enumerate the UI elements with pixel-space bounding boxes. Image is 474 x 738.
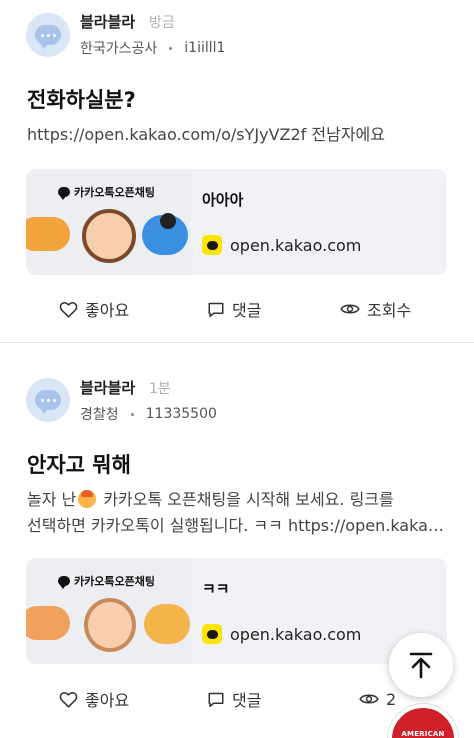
- heart-icon: [59, 691, 78, 708]
- kakao-talk-icon: [58, 187, 70, 200]
- company-name: 한국가스공사: [80, 41, 158, 57]
- post-body-line: https://open.kakao.com/o/sYJyVZ2f 전남자에요: [27, 125, 385, 144]
- post-time: 방금: [149, 15, 175, 31]
- glasses-character-image: [82, 209, 136, 263]
- view-label: 2: [386, 689, 397, 709]
- comment-label: 댓글: [232, 691, 262, 710]
- kakao-talk-icon: [58, 576, 70, 589]
- link-preview-card[interactable]: 카카오톡오픈채팅 ㅋㅋ open.kakao.com: [26, 558, 447, 664]
- post-body[interactable]: https://open.kakao.com/o/sYJyVZ2f 전남자에요: [27, 122, 447, 148]
- link-card-domain-row: open.kakao.com: [202, 624, 361, 644]
- post-body-line: 놀자 난 카카오톡 오픈채팅을 시작해 보세요. 링크를: [27, 487, 447, 513]
- kakao-openchat-logo: 카카오톡오픈채팅: [58, 184, 155, 200]
- post-body-text: 카카오톡 오픈채팅을 시작해 보세요. 링크를: [98, 490, 394, 509]
- comment-icon: [208, 692, 224, 707]
- post-card[interactable]: 블라블라 방금 한국가스공사 i1iilll1 전화하실분? https://o…: [0, 0, 474, 342]
- like-button[interactable]: 좋아요: [59, 294, 129, 324]
- avatar[interactable]: [26, 378, 70, 422]
- arrow-up-to-top-icon: [409, 652, 433, 679]
- author-meta: 경찰청 11335500: [80, 404, 217, 424]
- author-name: 블라블라: [80, 13, 136, 31]
- link-card-title: 아아아: [202, 191, 244, 209]
- girl-emoji-icon: [78, 490, 97, 508]
- microphone-icon: [160, 213, 176, 229]
- scroll-to-top-button[interactable]: [389, 633, 453, 697]
- author-meta: 한국가스공사 i1iilll1: [80, 38, 225, 58]
- comment-label: 댓글: [232, 301, 262, 320]
- girl-character-image: [84, 598, 136, 652]
- kakao-yellow-icon: [202, 235, 222, 255]
- separator-dot: [169, 46, 173, 50]
- like-button[interactable]: 좋아요: [59, 684, 129, 714]
- link-card-domain-row: open.kakao.com: [202, 235, 361, 255]
- chat-bubble-icon: [35, 390, 61, 414]
- comment-icon: [208, 302, 224, 317]
- kakao-yellow-icon: [202, 624, 222, 644]
- kakao-openchat-brand: 카카오톡오픈채팅: [74, 575, 155, 588]
- avatar[interactable]: [26, 13, 70, 57]
- comment-button[interactable]: 댓글: [207, 294, 261, 324]
- post-body[interactable]: 놀자 난 카카오톡 오픈채팅을 시작해 보세요. 링크를 선택하면 카카오톡이 …: [27, 487, 447, 539]
- post-title[interactable]: 안자고 뭐해: [27, 449, 131, 479]
- user-id: i1iilll1: [184, 40, 226, 56]
- post-time: 1분: [149, 381, 171, 397]
- separator-dot: [130, 412, 134, 416]
- kakao-openchat-logo: 카카오톡오픈채팅: [58, 573, 155, 589]
- view-count: 2: [359, 684, 396, 714]
- view-label: 조회수: [367, 301, 412, 320]
- company-name: 경찰청: [80, 407, 119, 423]
- link-card-domain: open.kakao.com: [230, 235, 362, 255]
- post-title[interactable]: 전화하실분?: [27, 84, 136, 114]
- link-card-title: ㅋㅋ: [202, 580, 230, 598]
- chat-bubble-icon: [35, 25, 61, 49]
- link-card-domain: open.kakao.com: [230, 624, 362, 644]
- money-bag-character-image: [144, 604, 190, 644]
- like-label: 좋아요: [85, 691, 130, 710]
- link-preview-card[interactable]: 카카오톡오픈채팅 아아아 open.kakao.com: [26, 169, 447, 275]
- post-actions: 좋아요 댓글 조회수: [0, 294, 474, 324]
- eye-icon: [359, 694, 379, 704]
- post-body-text: 놀자 난: [27, 490, 77, 509]
- eye-icon: [340, 304, 360, 314]
- comment-button[interactable]: 댓글: [207, 684, 261, 714]
- notepad-character-image: [26, 606, 70, 640]
- post-body-line: 선택하면 카카오톡이 실행됩니다. ㅋㅋ https://open.kakao.…: [27, 516, 447, 535]
- ad-badge-label: AMERICAN: [401, 730, 445, 738]
- kakao-openchat-brand: 카카오톡오픈채팅: [74, 186, 155, 199]
- author-name: 블라블라: [80, 379, 136, 397]
- heart-icon: [59, 301, 78, 318]
- link-thumbnail: 카카오톡오픈채팅: [26, 169, 191, 275]
- link-thumbnail: 카카오톡오픈채팅: [26, 558, 191, 664]
- user-id: 11335500: [145, 406, 217, 422]
- post-divider: [0, 342, 474, 343]
- like-label: 좋아요: [85, 301, 130, 320]
- view-count: 조회수: [340, 294, 411, 324]
- gamepad-character-image: [26, 217, 70, 251]
